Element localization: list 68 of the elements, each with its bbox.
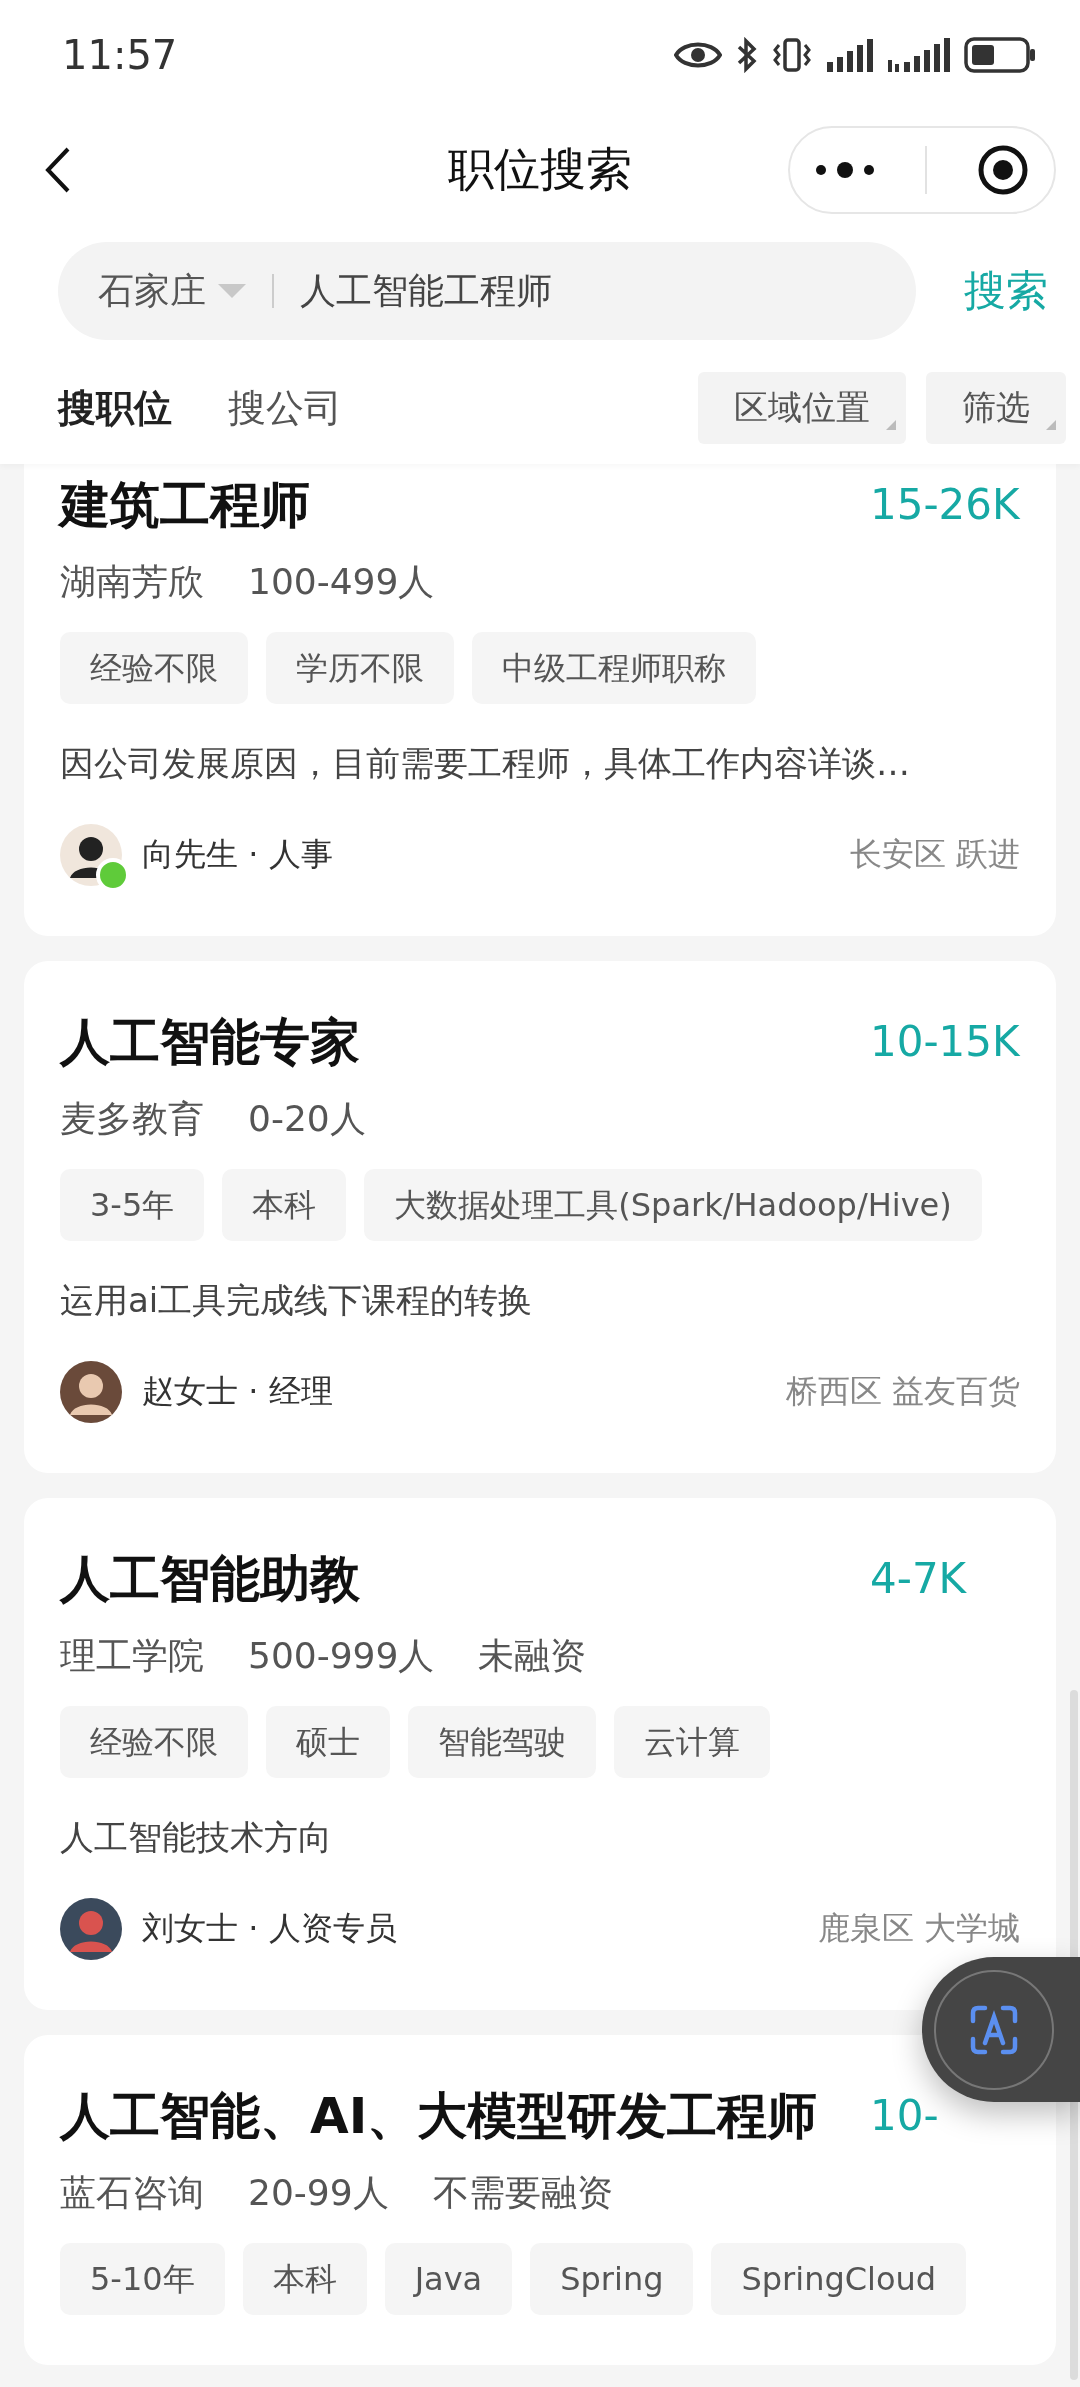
battery-icon xyxy=(964,37,1036,73)
recruiter-name: 赵女士 · 经理 xyxy=(142,1371,333,1412)
job-tag: 经验不限 xyxy=(60,1706,248,1778)
salary: 10-15K xyxy=(870,1016,1020,1068)
company-info: 20-99人 xyxy=(248,2171,389,2215)
salary: 4-7K xyxy=(870,1553,968,1605)
company-info: 湖南芳欣 xyxy=(60,560,204,604)
job-location: 长安区 跃进 xyxy=(849,834,1020,875)
company-info: 100-499人 xyxy=(248,560,435,604)
job-title: 人工智能、AI、大模型研发工程师 xyxy=(60,2086,818,2147)
job-description: 运用ai工具完成线下课程的转换 xyxy=(60,1279,534,1322)
company-info: 理工学院 xyxy=(60,1634,204,1678)
job-tag: 云计算 xyxy=(614,1706,770,1778)
job-tag: 本科 xyxy=(222,1169,347,1241)
job-card[interactable]: 人工智能、AI、大模型研发工程师 10- 蓝石咨询 20-99人 不需要融资 5-10年 本科 Java Spring SpringCloud xyxy=(24,2035,1056,2365)
close-button[interactable] xyxy=(977,144,1029,196)
target-icon xyxy=(977,144,1029,196)
status-time: 11:57 xyxy=(62,32,178,78)
job-tag: Spring xyxy=(530,2243,694,2315)
corner-icon xyxy=(1046,420,1056,430)
salary: 15-26K xyxy=(870,479,1020,531)
signal-icon xyxy=(888,38,950,72)
job-tag: Java xyxy=(384,2243,513,2315)
text-scan-icon xyxy=(969,2004,1019,2055)
signal-icon xyxy=(826,38,874,72)
job-tag: 学历不限 xyxy=(266,632,454,704)
company-info: 蓝石咨询 xyxy=(60,2171,204,2215)
job-tag: 中级工程师职称 xyxy=(472,632,756,704)
search-field[interactable]: 石家庄 人工智能工程师 xyxy=(58,242,916,340)
corner-icon xyxy=(886,420,896,430)
job-location: 桥西区 益友百货 xyxy=(785,1371,1020,1412)
company-info: 未融资 xyxy=(478,1634,587,1678)
job-tag: 3-5年 xyxy=(60,1169,205,1241)
dropdown-icon xyxy=(218,284,246,298)
job-description: 因公司发展原因，目前需要工程师，具体工作内容详谈… xyxy=(60,742,911,785)
job-tag: 经验不限 xyxy=(60,632,248,704)
more-button[interactable] xyxy=(815,162,875,178)
job-location: 鹿泉区 大学城 xyxy=(817,1908,1020,1949)
recruiter-name: 刘女士 · 人资专员 xyxy=(142,1908,397,1949)
job-tag: 智能驾驶 xyxy=(408,1706,596,1778)
job-tag: 硕士 xyxy=(266,1706,390,1778)
more-icon xyxy=(815,162,875,178)
salary: 10- xyxy=(870,2090,940,2142)
back-icon[interactable] xyxy=(44,146,72,194)
city-selector[interactable]: 石家庄 xyxy=(98,266,246,316)
bluetooth-icon xyxy=(736,37,758,73)
filter-button[interactable]: 区域位置 xyxy=(698,372,906,444)
job-card[interactable]: 人工智能助教 4-7K 理工学院 500-999人 未融资 经验不限 硕士 智能驾驶 云计算 人工智能技术方向 刘女士 · 人资专员 鹿泉区 大学城 xyxy=(24,1498,1056,2010)
job-card[interactable]: 建筑工程师 15-26K 湖南芳欣 100-499人 经验不限 学历不限 中级工程师职称 因公司发展原因，目前需要工程师，具体工作内容详谈… 向先生 · 人事 长安区 跃进 xyxy=(24,464,1056,936)
company-info: 麦多教育 xyxy=(60,1097,204,1141)
tab[interactable]: 搜公司 xyxy=(228,382,342,434)
company-info: 0-20人 xyxy=(248,1097,366,1141)
search-query: 人工智能工程师 xyxy=(300,268,552,313)
job-description: 人工智能技术方向 xyxy=(60,1816,333,1859)
company-info: 不需要融资 xyxy=(432,2171,613,2215)
job-title: 人工智能助教 xyxy=(60,1549,360,1610)
job-tag: SpringCloud xyxy=(711,2243,967,2315)
filter-button[interactable]: 筛选 xyxy=(926,372,1066,444)
job-tag: 5-10年 xyxy=(60,2243,225,2315)
page-title: 职位搜索 xyxy=(448,141,632,198)
recruiter-name: 向先生 · 人事 xyxy=(142,834,333,875)
job-tag: 本科 xyxy=(242,2243,367,2315)
company-info: 500-999人 xyxy=(248,1634,435,1678)
tab[interactable]: 搜职位 xyxy=(58,382,172,434)
vibrate-icon xyxy=(772,37,812,73)
job-title: 人工智能专家 xyxy=(60,1012,360,1073)
job-tag: 大数据处理工具(Spark/Hadoop/Hive) xyxy=(364,1169,982,1241)
job-card[interactable]: 人工智能专家 10-15K 麦多教育 0-20人 3-5年 本科 大数据处理工具(Spark/Hadoop/Hive) 运用ai工具完成线下课程的转换 赵女士 · 经理 桥西区 益友百货 xyxy=(24,961,1056,1473)
